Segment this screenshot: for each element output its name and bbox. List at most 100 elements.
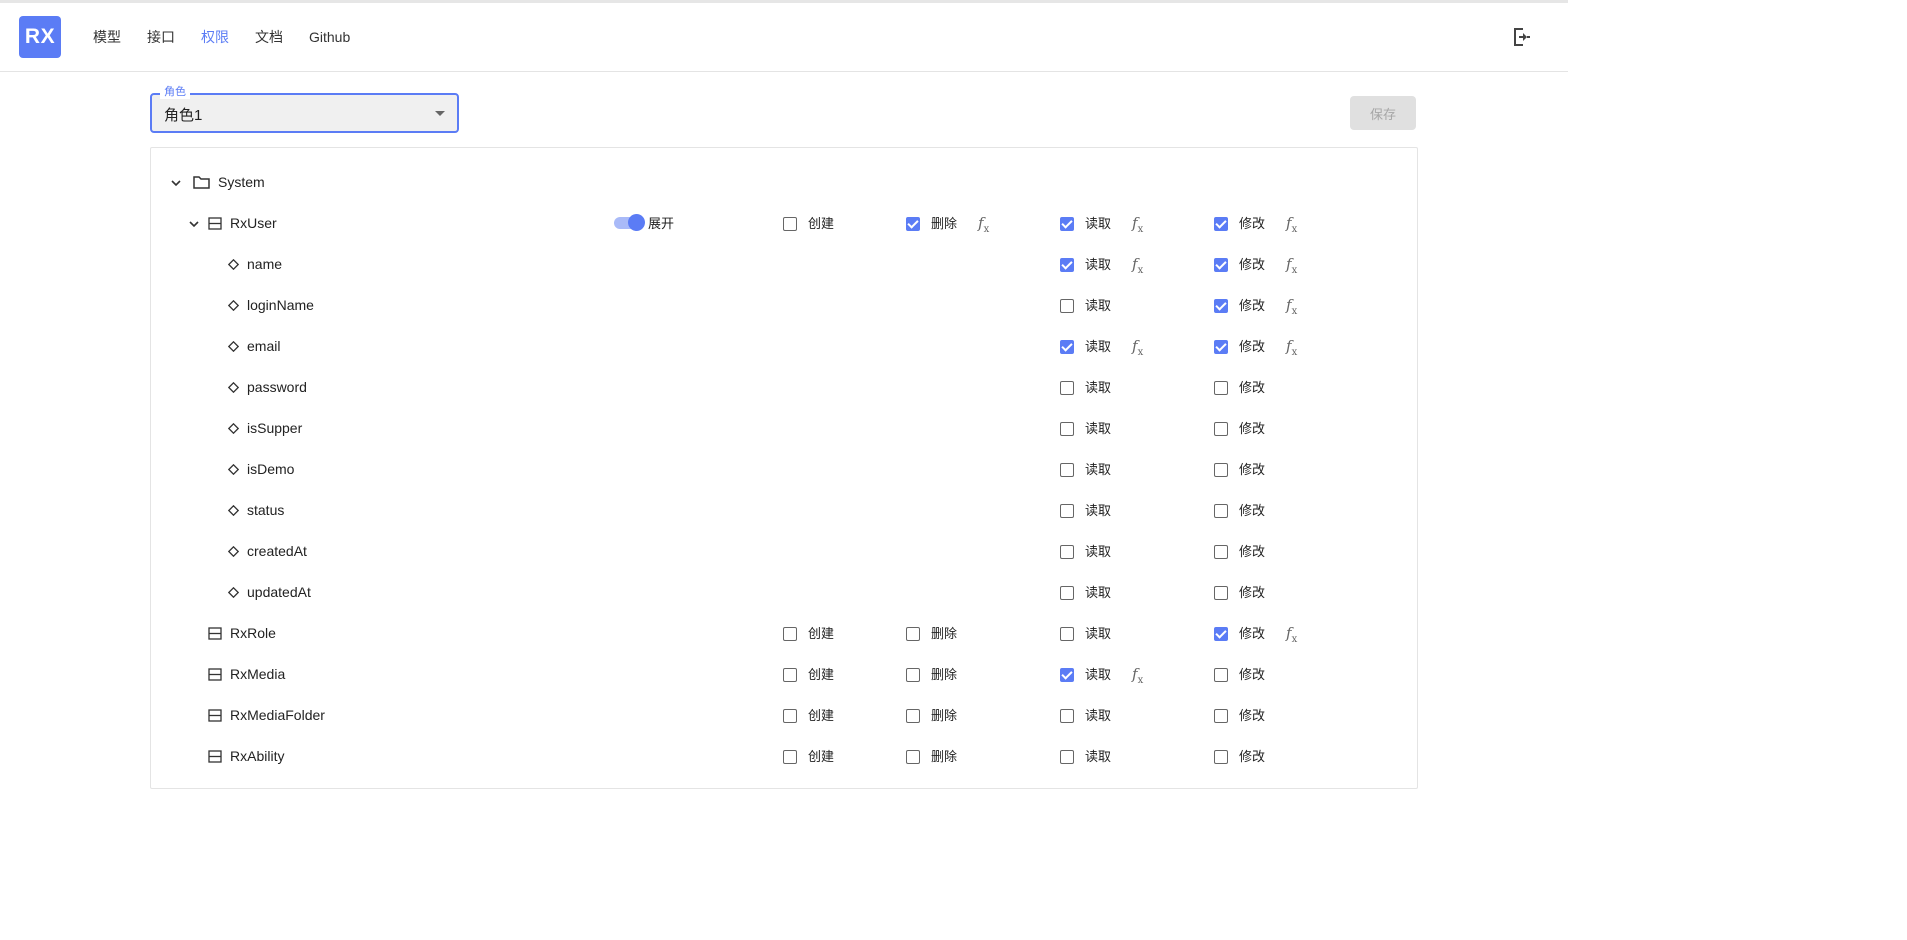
checkbox-upd[interactable] [1214,545,1228,559]
checkbox-upd[interactable] [1214,217,1228,231]
checkbox-read[interactable] [1060,545,1074,559]
logout-icon[interactable] [1510,25,1534,49]
chevron-down-icon[interactable] [188,218,200,230]
app-logo[interactable]: RX [19,16,61,58]
checkbox-read[interactable] [1060,217,1074,231]
fx-icon[interactable]: fx [1286,623,1297,650]
nav-github[interactable]: Github [296,23,363,51]
checkbox-del[interactable] [906,709,920,723]
expand-toggle[interactable] [614,214,645,231]
checkbox-read[interactable] [1060,750,1074,764]
role-select[interactable]: 角色1 [150,93,459,133]
checkbox-upd[interactable] [1214,381,1228,395]
checkbox-read[interactable] [1060,627,1074,641]
perm-label-create: 创建 [808,749,835,764]
perm-label-read: 读取 [1085,298,1112,313]
perm-label-upd: 修改 [1239,380,1266,395]
fx-icon[interactable]: fx [978,213,989,240]
perm-label-read: 读取 [1085,462,1112,477]
checkbox-upd[interactable] [1214,422,1228,436]
checkbox-read[interactable] [1060,422,1074,436]
toggle-knob [628,214,645,231]
checkbox-read[interactable] [1060,586,1074,600]
perm-label-read: 读取 [1085,544,1112,559]
fx-icon[interactable]: fx [1286,336,1297,363]
fx-icon[interactable]: fx [1132,254,1143,281]
perm-label-read: 读取 [1085,257,1112,272]
checkbox-create[interactable] [783,217,797,231]
checkbox-read[interactable] [1060,299,1074,313]
column-row: createdAt 读取 修改 [151,531,1417,572]
fx-icon[interactable]: fx [1286,254,1297,281]
perm-label-upd: 修改 [1239,462,1266,477]
column-name: isSupper [247,420,303,436]
perm-label-del: 删除 [931,708,958,723]
checkbox-del[interactable] [906,217,920,231]
entity-name: RxMedia [230,666,286,682]
checkbox-del[interactable] [906,627,920,641]
entity-name: RxAbility [230,748,285,764]
checkbox-create[interactable] [783,627,797,641]
table-icon [208,750,222,763]
chevron-down-icon[interactable] [170,177,182,189]
checkbox-read[interactable] [1060,258,1074,272]
perm-label-upd: 修改 [1239,257,1266,272]
fx-icon[interactable]: fx [1132,213,1143,240]
checkbox-read[interactable] [1060,668,1074,682]
perm-label-del: 删除 [931,667,958,682]
table-icon [208,627,222,640]
perm-label-read: 读取 [1085,503,1112,518]
checkbox-read[interactable] [1060,381,1074,395]
perm-label-upd: 修改 [1239,585,1266,600]
perm-label-upd: 修改 [1239,339,1266,354]
checkbox-del[interactable] [906,668,920,682]
checkbox-read[interactable] [1060,340,1074,354]
checkbox-upd[interactable] [1214,463,1228,477]
checkbox-upd[interactable] [1214,504,1228,518]
checkbox-upd[interactable] [1214,709,1228,723]
fx-icon[interactable]: fx [1286,295,1297,322]
diamond-icon [228,587,239,598]
checkbox-upd[interactable] [1214,258,1228,272]
perm-label-read: 读取 [1085,216,1112,231]
nav-docs[interactable]: 文档 [242,23,296,51]
perm-label-upd: 修改 [1239,708,1266,723]
fx-icon[interactable]: fx [1132,664,1143,691]
perm-label-create: 创建 [808,216,835,231]
checkbox-read[interactable] [1060,504,1074,518]
dropdown-caret-icon [435,111,445,116]
fx-icon[interactable]: fx [1286,213,1297,240]
column-row: status 读取 修改 [151,490,1417,531]
save-button[interactable]: 保存 [1350,96,1416,130]
entity-row: RxAbility 创建 删除 读取 修改 [151,736,1417,777]
checkbox-create[interactable] [783,750,797,764]
main-nav: 模型 接口 权限 文档 Github [80,23,363,51]
checkbox-create[interactable] [783,668,797,682]
checkbox-upd[interactable] [1214,586,1228,600]
checkbox-del[interactable] [906,750,920,764]
checkbox-upd[interactable] [1214,340,1228,354]
diamond-icon [228,382,239,393]
perm-label-upd: 修改 [1239,749,1266,764]
entity-name: RxRole [230,625,276,641]
checkbox-upd[interactable] [1214,668,1228,682]
nav-models[interactable]: 模型 [80,23,134,51]
entity-name: RxUser [230,215,277,231]
package-row: System [151,162,1417,203]
checkbox-upd[interactable] [1214,627,1228,641]
checkbox-upd[interactable] [1214,750,1228,764]
nav-api[interactable]: 接口 [134,23,188,51]
entity-row: RxMediaFolder 创建 删除 读取 修改 [151,695,1417,736]
entity-name: RxMediaFolder [230,707,325,723]
column-row: isSupper 读取 修改 [151,408,1417,449]
role-select-label: 角色 [160,85,190,99]
perm-label-create: 创建 [808,626,835,641]
fx-icon[interactable]: fx [1132,336,1143,363]
checkbox-create[interactable] [783,709,797,723]
diamond-icon [228,423,239,434]
entity-row: RxRole 创建 删除 读取 修改 fx [151,613,1417,654]
nav-permissions[interactable]: 权限 [188,23,242,51]
checkbox-read[interactable] [1060,709,1074,723]
checkbox-read[interactable] [1060,463,1074,477]
checkbox-upd[interactable] [1214,299,1228,313]
